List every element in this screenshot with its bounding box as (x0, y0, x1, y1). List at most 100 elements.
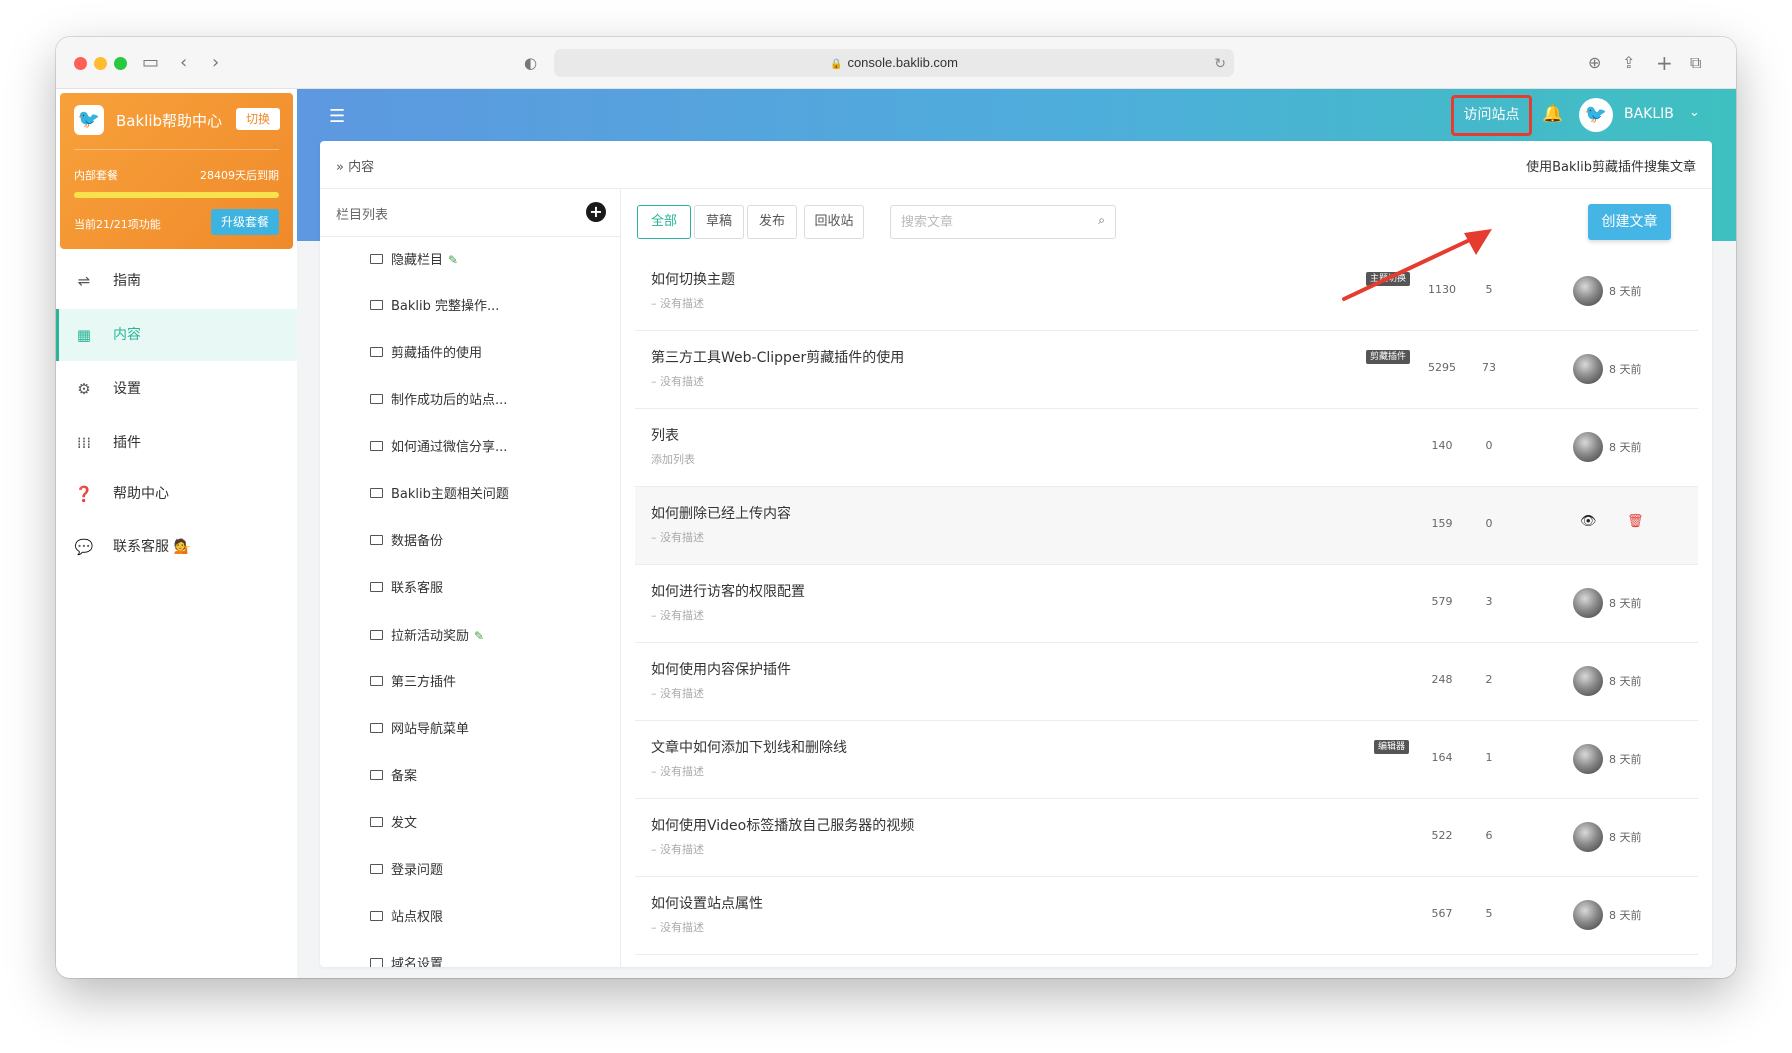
column-item[interactable]: 第三方插件 (370, 673, 456, 693)
column-item[interactable]: Baklib 完整操作... (370, 297, 499, 317)
new-tab-icon[interactable]: + (1656, 51, 1673, 75)
column-item-label: 站点权限 (391, 910, 444, 925)
avatar (1573, 822, 1603, 852)
column-item[interactable]: 联系客服 (370, 579, 443, 599)
article-title[interactable]: 如何进行访客的权限配置 (651, 581, 805, 601)
article-title[interactable]: 如何使用内容保护插件 (651, 659, 791, 679)
bell-icon[interactable]: 🔔 (1542, 104, 1563, 124)
article-title[interactable]: 列表 (651, 425, 679, 445)
article-title[interactable]: 如何切换主题 (651, 269, 735, 289)
table-row[interactable]: 列表 添加列表 140 0 8 天前 (635, 409, 1698, 487)
folder-icon (370, 676, 383, 686)
chevron-right-icon[interactable]: › (212, 51, 219, 75)
tab-all[interactable]: 全部 (637, 205, 691, 239)
quota-progress-bar (74, 192, 279, 198)
switch-site-button[interactable]: 切换 (236, 108, 280, 130)
share-icon[interactable]: ⇪ (1622, 51, 1635, 75)
search-input[interactable] (901, 212, 1081, 232)
view-count: 5295 (1428, 361, 1456, 374)
table-row[interactable]: 文章中如何添加下划线和删除线 – 没有描述 编辑器 164 1 8 天前 (635, 721, 1698, 799)
sidebar-item-settings[interactable]: ⚙ 设置 (56, 363, 297, 415)
zoom-window-button[interactable] (114, 57, 127, 70)
menu-toggle-icon[interactable]: ☰ (329, 106, 345, 127)
folder-icon (370, 535, 383, 545)
sidebar-item-content[interactable]: ▦ 内容 (56, 309, 297, 361)
tab-recycle-bin[interactable]: 回收站 (804, 205, 864, 239)
search-icon[interactable]: ⌕ (1098, 213, 1105, 228)
article-description: – 没有描述 (651, 765, 704, 778)
trash-icon[interactable]: 🗑 (1627, 514, 1644, 529)
tab-overview-icon[interactable]: ⧉ (1690, 51, 1701, 75)
tab-drafts[interactable]: 草稿 (694, 205, 744, 239)
article-title[interactable]: 第三方工具Web-Clipper剪藏插件的使用 (651, 347, 904, 367)
column-item[interactable]: 数据备份 (370, 532, 443, 552)
column-item[interactable]: 登录问题 (370, 861, 443, 881)
plan-name: 内部套餐 (74, 169, 118, 182)
article-description: 添加列表 (651, 453, 695, 466)
folder-icon (370, 723, 383, 733)
edit-pen-icon[interactable]: ✎ (474, 629, 484, 643)
folder-icon (370, 394, 383, 404)
article-title[interactable]: 如何设置站点属性 (651, 893, 763, 913)
sidebar-item-plugins[interactable]: ⁞⁞⁞ 插件 (56, 417, 297, 469)
column-item[interactable]: 制作成功后的站点... (370, 391, 507, 411)
minimize-window-button[interactable] (94, 57, 107, 70)
sidebar-item-guide[interactable]: ⇌ 指南 (56, 255, 297, 307)
article-title[interactable]: 文章中如何添加下划线和删除线 (651, 737, 847, 757)
sidebar-item-label: 插件 (113, 435, 141, 451)
add-column-button[interactable]: + (586, 202, 606, 222)
address-bar[interactable]: 🔒 console.baklib.com ↻ (554, 49, 1234, 77)
column-item[interactable]: 剪藏插件的使用 (370, 344, 482, 364)
table-row[interactable]: 如何使用内容保护插件 – 没有描述 248 2 8 天前 (635, 643, 1698, 721)
table-row[interactable]: 如何切换主题– 没有描述主题切换113058 天前 (635, 253, 1698, 331)
upgrade-plan-button[interactable]: 升级套餐 (211, 209, 279, 235)
column-item[interactable]: 域名设置 (370, 955, 443, 967)
table-row[interactable]: 第三方工具Web-Clipper剪藏插件的使用 – 没有描述 剪藏插件 5295 73 8… (635, 331, 1698, 409)
sidebar-item-support[interactable]: 💬 联系客服 💁 (56, 521, 297, 573)
brand-card: 🐦 Baklib帮助中心 切换 内部套餐 28409天后到期 当前21/21项功… (60, 93, 293, 249)
article-title[interactable]: 如何使用Video标签播放自己服务器的视频 (651, 815, 914, 835)
close-window-button[interactable] (74, 57, 87, 70)
edit-pen-icon[interactable]: ✎ (448, 253, 458, 267)
column-item[interactable]: 备案 (370, 767, 417, 787)
create-article-button[interactable]: 创建文章 (1588, 204, 1671, 240)
article-title[interactable]: 如何删除已经上传内容 (651, 503, 791, 523)
article-description: – 没有描述 (651, 297, 704, 310)
site-name: Baklib帮助中心 (116, 112, 223, 130)
tab-published[interactable]: 发布 (747, 205, 797, 239)
shield-icon[interactable]: ◐ (524, 51, 537, 75)
like-count: 0 (1485, 517, 1493, 530)
column-item[interactable]: 拉新活动奖励 ✎ (370, 626, 484, 646)
column-item[interactable]: 如何通过微信分享... (370, 438, 507, 458)
chevron-left-icon[interactable]: ‹ (180, 51, 187, 75)
gear-icon: ⚙ (77, 380, 91, 398)
plan-expiry: 28409天后到期 (200, 169, 279, 182)
folder-icon (370, 254, 383, 264)
column-item[interactable]: 站点权限 (370, 908, 443, 928)
updated-time: 8 天前 (1609, 753, 1642, 766)
folder-icon (370, 817, 383, 827)
visit-site-button[interactable]: 访问站点 (1451, 95, 1532, 136)
table-row[interactable]: 如何使用Video标签播放自己服务器的视频 – 没有描述 522 6 8 天前 (635, 799, 1698, 877)
column-item[interactable]: 隐藏栏目 ✎ (370, 250, 458, 270)
eye-icon[interactable]: 👁 (1580, 514, 1597, 529)
download-icon[interactable]: ⊕ (1588, 51, 1601, 75)
column-item[interactable]: 发文 (370, 814, 417, 834)
breadcrumb-label: 内容 (348, 160, 375, 175)
column-item[interactable]: 网站导航菜单 (370, 720, 469, 740)
column-item[interactable]: Baklib主题相关问题 (370, 485, 509, 505)
lock-icon: 🔒 (829, 59, 843, 70)
chevron-down-icon[interactable]: ⌄ (1689, 105, 1700, 120)
folder-icon (370, 347, 383, 357)
sidebar-item-help-center[interactable]: ❓ 帮助中心 (56, 468, 297, 520)
clipper-hint-link[interactable]: 使用Baklib剪藏插件搜集文章 (1526, 156, 1696, 175)
like-count: 5 (1485, 907, 1493, 920)
reload-icon[interactable]: ↻ (1214, 49, 1226, 77)
column-item-label: 制作成功后的站点... (391, 393, 508, 408)
user-name[interactable]: BAKLIB (1624, 106, 1674, 122)
table-row[interactable]: 如何删除已经上传内容 – 没有描述 159 0 👁 🗑 (635, 487, 1698, 565)
user-avatar[interactable]: 🐦 (1579, 98, 1613, 132)
sidebar-toggle-icon[interactable]: ▭ (142, 51, 159, 75)
table-row[interactable]: 如何进行访客的权限配置 – 没有描述 579 3 8 天前 (635, 565, 1698, 643)
table-row[interactable]: 如何设置站点属性 – 没有描述 567 5 8 天前 (635, 877, 1698, 955)
